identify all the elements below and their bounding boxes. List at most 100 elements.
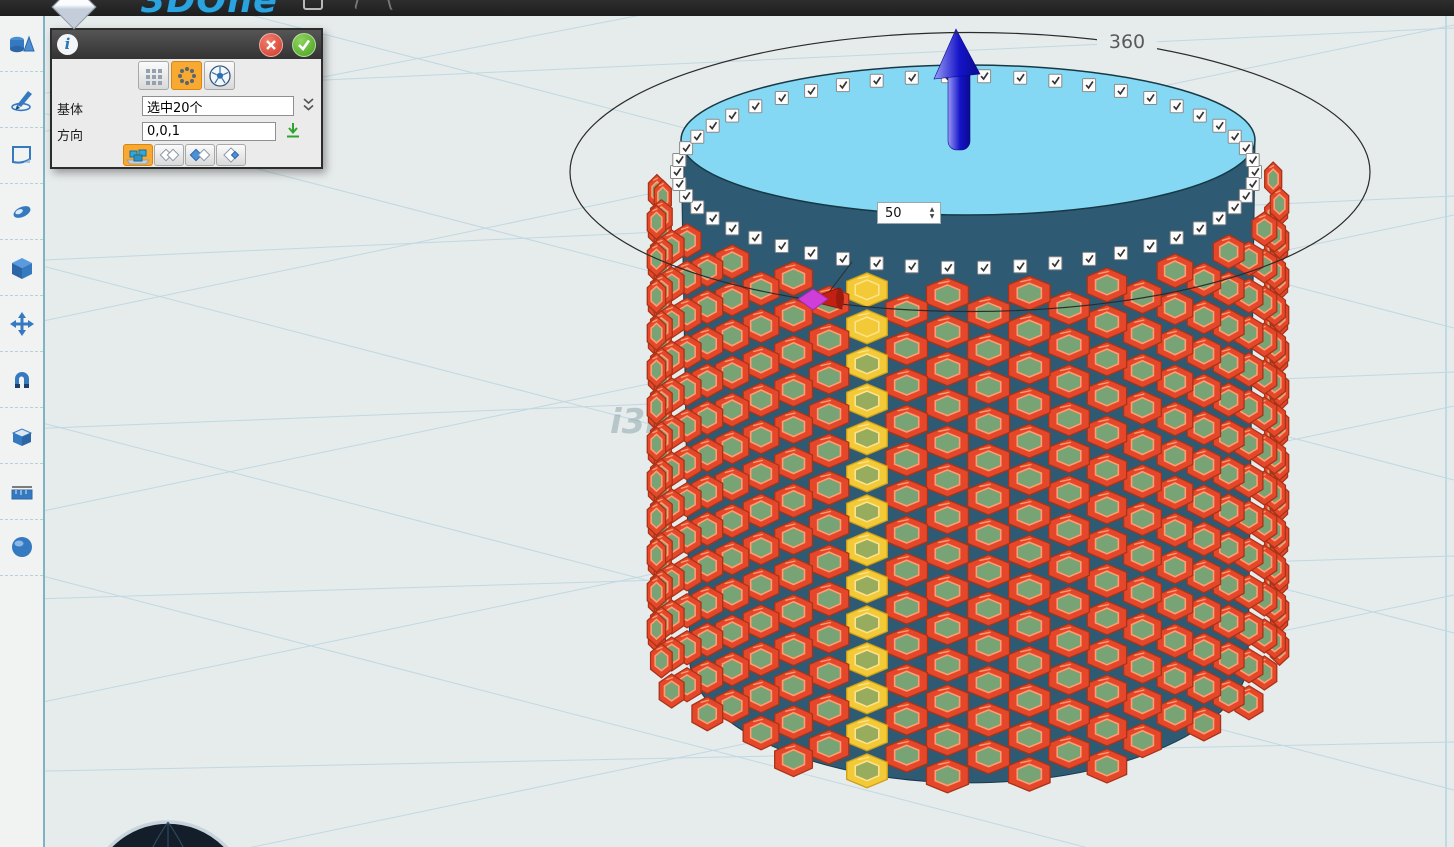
pattern-checkbox[interactable] [1213,119,1226,132]
soccer-ball-icon [208,64,232,88]
pattern-checkbox[interactable] [941,261,954,274]
pattern-checkbox[interactable] [1114,84,1127,97]
pattern-checkbox[interactable] [1170,100,1183,113]
sidebar-item-primitives[interactable] [0,16,43,72]
sidebar-item-transform[interactable] [0,296,43,352]
spinner-down-icon[interactable]: ▼ [930,213,935,220]
undo-icon[interactable] [354,0,366,11]
sidebar-item-feature[interactable] [0,240,43,296]
sidebar-item-measure[interactable] [0,464,43,520]
combine-box-icon [9,423,35,449]
pattern-checkbox[interactable] [805,247,818,260]
pattern-checkbox[interactable] [1049,257,1062,270]
sidebar-item-surface[interactable] [0,128,43,184]
base-field-input[interactable] [142,96,294,116]
sidebar-item-sketch[interactable] [0,72,43,128]
blue-white-diamonds-icon [187,145,213,165]
pattern-checkbox[interactable] [1213,212,1226,225]
pattern-checkbox[interactable] [1083,79,1096,92]
pattern-checkbox[interactable] [1083,252,1096,265]
expand-list-button[interactable] [302,97,315,113]
pattern-checkbox[interactable] [1144,92,1157,105]
cube-icon [9,255,35,281]
linear-pattern-icon [143,65,165,87]
pattern-checkbox[interactable] [1049,74,1062,87]
tab-circular-pattern[interactable] [171,61,202,90]
pattern-checkbox[interactable] [706,212,719,225]
sidebar-item-combine[interactable] [0,408,43,464]
pattern-checkbox[interactable] [749,231,762,244]
pattern-checkbox[interactable] [691,201,704,214]
pattern-checkbox[interactable] [775,92,788,105]
view-navigation-ball[interactable] [88,822,248,847]
dialog-header: i [52,30,321,59]
cancel-button[interactable] [259,33,283,57]
option-instance-3[interactable] [216,144,246,166]
double-chevron-down-icon [302,97,315,113]
confirm-button[interactable] [292,33,316,57]
pattern-checkbox[interactable] [1228,201,1241,214]
spinner-up-icon[interactable]: ▲ [930,206,935,213]
move-arrows-icon [9,311,35,337]
pattern-checkbox[interactable] [1246,178,1259,191]
pattern-checkbox[interactable] [1193,109,1206,122]
pattern-checkbox[interactable] [1246,154,1259,167]
pattern-checkbox[interactable] [691,130,704,143]
tool-sidebar [0,16,45,847]
option-pattern-geometry[interactable] [123,144,153,166]
pattern-checkbox[interactable] [978,70,991,83]
pattern-checkbox[interactable] [1193,222,1206,235]
save-icon[interactable] [303,0,323,10]
pattern-checkbox[interactable] [671,166,684,179]
option-instance-2[interactable] [185,144,215,166]
magnet-icon [9,367,35,393]
pattern-checkbox[interactable] [1170,231,1183,244]
pattern-checkbox[interactable] [680,142,693,155]
sidebar-item-render[interactable] [0,520,43,576]
pattern-checkbox[interactable] [905,260,918,273]
pattern-checkbox[interactable] [1114,247,1127,260]
pattern-checkbox[interactable] [1239,142,1252,155]
pattern-checkbox[interactable] [1014,71,1027,84]
pattern-checkbox[interactable] [905,71,918,84]
pick-direction-button[interactable] [285,122,301,139]
pattern-checkbox[interactable] [1144,240,1157,253]
green-import-arrow-icon [285,122,301,139]
pattern-checkbox[interactable] [870,74,883,87]
pattern-checkbox[interactable] [706,119,719,132]
redo-icon[interactable] [386,0,398,11]
pattern-checkbox[interactable] [673,154,686,167]
pattern-checkbox[interactable] [673,178,686,191]
pattern-checkbox[interactable] [680,189,693,202]
pattern-checkbox[interactable] [775,240,788,253]
tab-linear-pattern[interactable] [138,61,169,90]
pattern-checkbox[interactable] [749,100,762,113]
pattern-checkbox[interactable] [1239,189,1252,202]
info-icon[interactable]: i [57,34,78,55]
pattern-checkbox[interactable] [836,252,849,265]
pattern-checkbox[interactable] [726,222,739,235]
spinner-arrows[interactable]: ▲▼ [924,206,940,220]
pattern-checkbox[interactable] [836,79,849,92]
tab-sphere-pattern[interactable] [204,61,235,90]
pattern-checkbox[interactable] [1014,260,1027,273]
app-window: { "app": { "logo_text": "3DOne" }, "side… [0,0,1454,847]
pattern-checkbox[interactable] [805,84,818,97]
sidebar-item-assembly[interactable] [0,352,43,408]
pattern-count-spinner[interactable]: 50 ▲▼ [877,202,941,224]
pattern-count-value: 50 [878,206,924,221]
sidebar-item-sweep[interactable] [0,184,43,240]
sidebar-spacer [0,576,43,847]
pattern-checkbox[interactable] [726,109,739,122]
direction-field-input[interactable] [142,122,276,141]
option-instance-1[interactable] [154,144,184,166]
pattern-checkbox[interactable] [1249,166,1262,179]
pattern-checkbox[interactable] [978,261,991,274]
base-field-label: 基体 [57,99,83,118]
circular-pattern-icon [175,64,199,88]
pattern-checkbox[interactable] [1228,130,1241,143]
ruler-icon [9,479,35,505]
angle-dimension-label[interactable]: 360 [1097,30,1157,54]
stacked-boxes-icon [125,145,151,165]
pattern-checkbox[interactable] [870,257,883,270]
